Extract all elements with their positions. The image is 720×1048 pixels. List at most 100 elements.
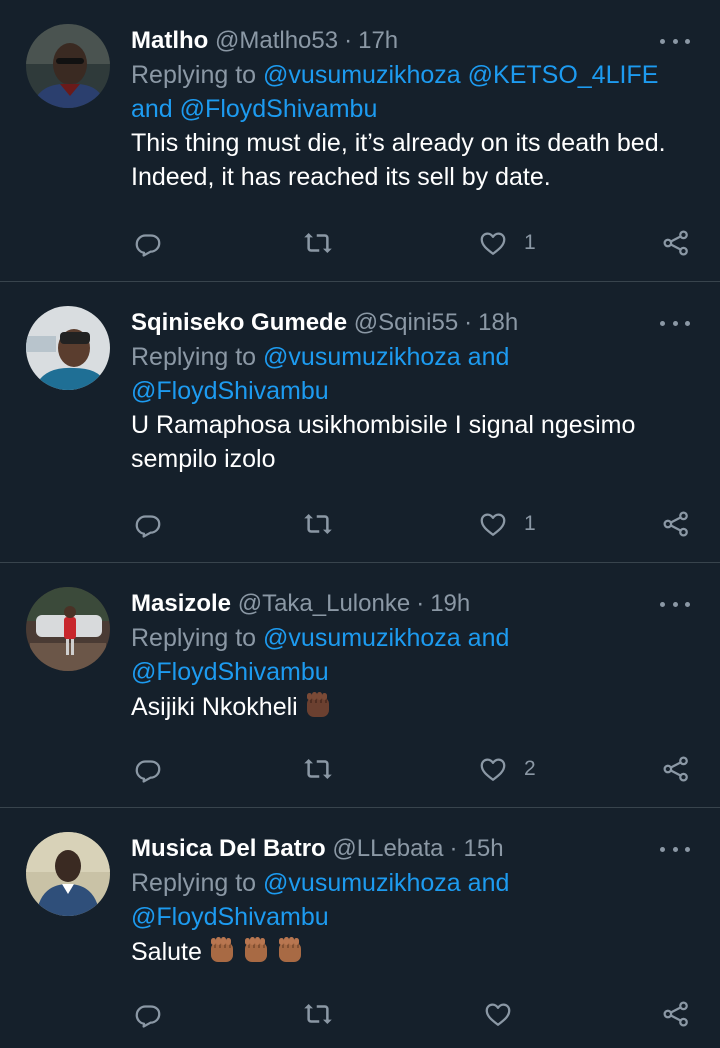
tweet-text: This thing must die, it’s already on its… [131,126,696,194]
reply-icon [135,760,161,783]
raised-fist-emoji [240,934,272,966]
mention-link[interactable]: @vusumuzikhoza [263,624,461,652]
like-button[interactable] [483,994,529,1034]
reply-button[interactable] [133,749,163,789]
retweet-button[interactable] [303,994,333,1034]
replying-to-label: Replying to [131,61,264,89]
raised-fist-emoji [274,934,306,966]
tweet[interactable]: Matlho @Matlho53 · 17h Replying to @vusumu… [0,0,720,282]
share-icon [663,511,688,537]
tweet[interactable]: Masizole @Taka_Lulonke · 19h Replying to @… [0,563,720,808]
share-button[interactable] [661,504,691,544]
mention-link[interactable]: @FloydShivambu [131,658,329,686]
separator-dot: · [464,309,473,336]
replying-to: Replying to @vusumuzikhoza and @FloydShi… [131,866,696,934]
timestamp[interactable]: 19h [430,590,470,617]
timestamp[interactable]: 18h [478,309,518,336]
share-button[interactable] [661,994,691,1034]
more-icon[interactable] [660,587,690,621]
timestamp[interactable]: 17h [358,27,398,54]
mention-link[interactable]: @FloydShivambu [180,95,378,123]
tweet-text-line: This thing must die, it’s already on its… [131,129,666,157]
display-name[interactable]: Masizole [131,590,231,617]
avatar[interactable] [26,306,110,390]
like-icon [480,758,506,781]
mention-connector[interactable]: and [461,343,510,371]
share-icon [663,756,688,782]
mention-connector[interactable]: and [131,95,180,123]
tweet-text: U Ramaphosa usikhombisile I signal ngesi… [131,408,696,476]
mention-link[interactable]: @vusumuzikhoza [263,869,461,897]
tweet-text: Salute [131,934,696,969]
more-icon[interactable] [660,24,690,58]
share-button[interactable] [661,749,691,789]
user-handle[interactable]: @Matlho53 [215,27,338,54]
retweet-button[interactable] [303,749,333,789]
mention-link[interactable]: @FloydShivambu [131,377,329,405]
tweet-text-line: Asijiki Nkokheli [131,693,298,721]
user-handle[interactable]: @LLebata [332,835,443,862]
retweet-button[interactable] [303,223,333,263]
raised-fist-emoji [302,689,334,721]
replying-to: Replying to @vusumuzikhoza and @FloydShi… [131,340,696,408]
reply-button[interactable] [133,223,163,263]
display-name[interactable]: Matlho [131,27,208,54]
retweet-icon [304,233,332,253]
display-name[interactable]: Sqiniseko Gumede [131,309,347,336]
more-icon[interactable] [660,832,690,866]
like-icon [480,232,506,255]
avatar[interactable] [26,587,110,671]
replying-to: Replying to @vusumuzikhoza and @FloydShi… [131,621,696,689]
tweet[interactable]: Sqiniseko Gumede @Sqini55 · 18h Replying t… [0,282,720,563]
tweet-actions: 1 [131,504,692,544]
mention-link[interactable]: @FloydShivambu [131,903,329,931]
like-icon [480,513,506,536]
tweet-header: Sqiniseko Gumede @Sqini55 · 18h [131,306,696,340]
share-button[interactable] [661,223,691,263]
share-icon [663,230,688,256]
separator-dot: · [344,27,353,54]
like-button[interactable]: 2 [478,749,536,789]
retweet-icon [304,514,332,534]
tweet[interactable]: Musica Del Batro @LLebata · 15h Replying t… [0,808,720,1048]
reply-icon [135,234,161,257]
replying-to-label: Replying to [131,343,264,371]
reply-button[interactable] [133,994,163,1034]
display-name[interactable]: Musica Del Batro [131,835,326,862]
tweet-header: Musica Del Batro @LLebata · 15h [131,832,696,866]
tweet-text-line: Indeed, it has reached its sell by date. [131,163,551,191]
like-count: 1 [524,512,536,535]
like-count: 2 [524,757,536,780]
tweet-text-line: Salute [131,938,202,966]
like-button[interactable]: 1 [478,223,536,263]
tweet-actions [131,994,692,1034]
tweet-header: Matlho @Matlho53 · 17h [131,24,696,58]
replying-to-label: Replying to [131,869,264,897]
mention-link[interactable]: @vusumuzikhoza [263,343,461,371]
mention-link[interactable]: @vusumuzikhoza @KETSO_4LIFE [263,61,658,89]
replying-to-label: Replying to [131,624,264,652]
mention-connector[interactable]: and [461,624,510,652]
user-handle[interactable]: @Taka_Lulonke [238,590,410,617]
replying-to: Replying to @vusumuzikhoza @KETSO_4LIFE … [131,58,696,126]
more-icon[interactable] [660,306,690,340]
tweet-actions: 2 [131,749,692,789]
timestamp[interactable]: 15h [464,835,504,862]
mention-connector[interactable]: and [461,869,510,897]
avatar[interactable] [26,24,110,108]
tweet-text: Asijiki Nkokheli [131,689,696,724]
user-handle[interactable]: @Sqini55 [354,309,458,336]
tweet-text-line: sempilo izolo [131,445,276,473]
separator-dot: · [416,590,425,617]
raised-fist-emoji [206,934,238,966]
like-button[interactable]: 1 [478,504,536,544]
like-icon [485,1003,511,1026]
avatar[interactable] [26,832,110,916]
reply-icon [135,515,161,538]
separator-dot: · [449,835,458,862]
tweet-actions: 1 [131,223,692,263]
retweet-button[interactable] [303,504,333,544]
reply-button[interactable] [133,504,163,544]
tweet-header: Masizole @Taka_Lulonke · 19h [131,587,696,621]
like-count: 1 [524,231,536,254]
